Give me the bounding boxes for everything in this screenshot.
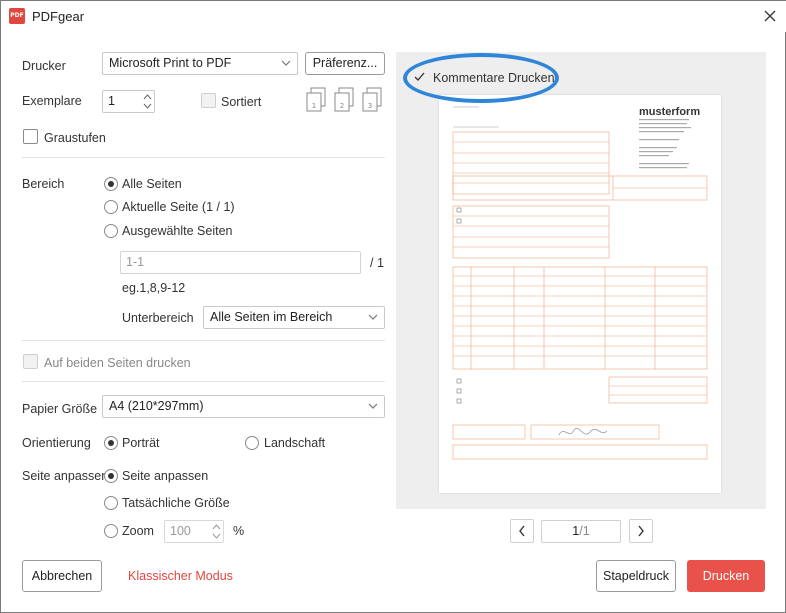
stepper-arrows-icon[interactable] [212, 523, 221, 540]
print-button[interactable]: Drucken [687, 560, 765, 592]
page-total: /1 [579, 524, 590, 538]
subrange-label: Unterbereich [122, 311, 194, 325]
svg-text:1: 1 [312, 102, 316, 110]
zoom-radio[interactable] [104, 524, 118, 538]
printer-value: Microsoft Print to PDF [109, 56, 232, 70]
copies-value: 1 [108, 94, 115, 108]
fit-label: Seite anpassen [22, 469, 109, 483]
print-comments-label: Kommentare Drucken [433, 71, 555, 85]
divider [22, 157, 385, 158]
duplex-label: Auf beiden Seiten drucken [44, 356, 191, 370]
printer-select[interactable]: Microsoft Print to PDF [102, 52, 298, 75]
zoom-value: 100 [170, 524, 191, 538]
page-range-placeholder: 1-1 [126, 255, 145, 269]
landscape-radio[interactable] [245, 436, 259, 450]
prev-page-button[interactable] [510, 519, 534, 543]
paper-size-value: A4 (210*297mm) [109, 399, 204, 413]
close-button[interactable] [757, 4, 783, 28]
divider [22, 381, 385, 382]
next-page-button[interactable] [629, 519, 653, 543]
collate-label: Sortiert [221, 95, 262, 109]
collate-checkbox[interactable] [201, 93, 216, 108]
zoom-label: Zoom [122, 524, 154, 538]
paper-size-label: Papier Größe [22, 402, 98, 416]
collate-pages-icon: 3 [362, 87, 382, 112]
divider [22, 340, 385, 341]
subrange-value: Alle Seiten im Bereich [210, 310, 333, 324]
title-bar: PDF PDFgear [1, 1, 786, 32]
print-comments-checkbox[interactable] [412, 69, 427, 84]
page-range-hint: eg.1,8,9-12 [122, 281, 186, 295]
classic-mode-link[interactable]: Klassischer Modus [128, 569, 233, 583]
window-title: PDFgear [32, 9, 85, 24]
landscape-label: Landschaft [264, 436, 326, 450]
printer-label: Drucker [22, 59, 66, 73]
close-icon [764, 10, 776, 22]
range-current-label: Aktuelle Seite (1 / 1) [122, 200, 235, 214]
collate-pages-icon: 1 [306, 87, 326, 112]
grayscale-label: Graustufen [44, 131, 106, 145]
fit-page-label: Seite anpassen [122, 469, 209, 483]
subrange-select[interactable]: Alle Seiten im Bereich [203, 306, 385, 329]
chevron-left-icon [519, 525, 525, 537]
orientation-label: Orientierung [22, 436, 91, 450]
fit-page-radio[interactable] [104, 469, 118, 483]
range-selected-radio[interactable] [104, 224, 118, 238]
chevron-down-icon [281, 60, 291, 66]
collate-pages-icon: 2 [334, 87, 354, 112]
portrait-radio[interactable] [104, 436, 118, 450]
check-icon [414, 72, 425, 81]
page-range-total: / 1 [370, 256, 384, 270]
preferences-button[interactable]: Präferenz... [305, 52, 385, 75]
cancel-button[interactable]: Abbrechen [22, 560, 102, 592]
range-all-label: Alle Seiten [122, 177, 182, 191]
range-label: Bereich [22, 177, 65, 191]
zoom-stepper[interactable]: 100 [164, 520, 224, 543]
chevron-down-icon [368, 403, 378, 409]
print-dialog: PDF PDFgear Drucker Microsoft Print to P… [0, 0, 786, 613]
grayscale-checkbox[interactable] [23, 129, 38, 144]
page-range-input[interactable]: 1-1 [120, 251, 361, 274]
range-selected-label: Ausgewählte Seiten [122, 224, 233, 238]
page-indicator[interactable]: 1/1 [541, 520, 621, 543]
duplex-checkbox[interactable] [23, 354, 38, 369]
pdfgear-logo-icon: PDF [9, 8, 25, 24]
batch-print-button[interactable]: Stapeldruck [596, 560, 676, 592]
paper-size-select[interactable]: A4 (210*297mm) [102, 395, 385, 418]
range-all-radio[interactable] [104, 177, 118, 191]
form-document-image: musterform [452, 106, 708, 460]
page-preview: musterform [439, 95, 721, 493]
chevron-down-icon [368, 314, 378, 320]
zoom-unit: % [233, 524, 245, 538]
stepper-arrows-icon[interactable] [143, 93, 152, 110]
svg-text:2: 2 [340, 102, 344, 110]
actual-size-label: Tatsächliche Größe [122, 496, 230, 510]
actual-size-radio[interactable] [104, 496, 118, 510]
svg-text:3: 3 [368, 102, 372, 110]
chevron-right-icon [638, 525, 644, 537]
copies-stepper[interactable]: 1 [102, 90, 155, 113]
range-current-radio[interactable] [104, 200, 118, 214]
doc-brand-text: musterform [639, 106, 700, 118]
copies-label: Exemplare [22, 94, 82, 108]
portrait-label: Porträt [122, 436, 160, 450]
